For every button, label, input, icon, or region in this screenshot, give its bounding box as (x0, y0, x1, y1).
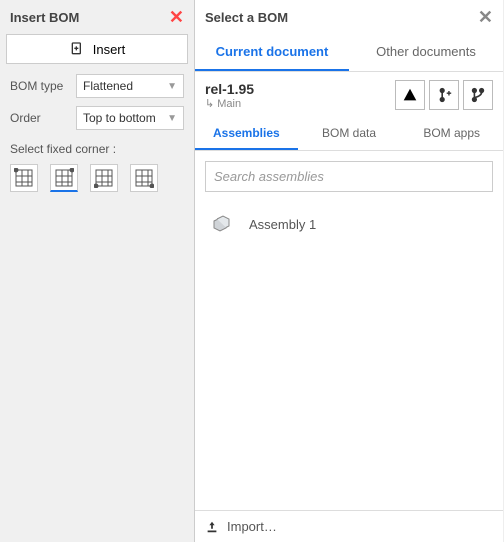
import-button[interactable]: Import… (195, 510, 503, 542)
bom-type-select[interactable]: Flattened ▼ (76, 74, 184, 98)
add-version-button[interactable] (429, 80, 459, 110)
document-info: rel-1.95 ↳ Main (205, 81, 254, 110)
corner-bottom-right[interactable] (130, 164, 158, 192)
assembly-item-label: Assembly 1 (249, 217, 316, 232)
branch-icon (469, 86, 487, 104)
document-info-row: rel-1.95 ↳ Main (195, 72, 503, 114)
tab-other-documents[interactable]: Other documents (349, 34, 503, 71)
tab-assemblies[interactable]: Assemblies (195, 118, 298, 150)
insert-button-label: Insert (93, 42, 126, 57)
document-name: rel-1.95 (205, 81, 254, 97)
list-item[interactable]: Assembly 1 (205, 204, 493, 244)
document-branch: ↳ Main (205, 97, 254, 110)
bom-sub-tabs: Assemblies BOM data BOM apps (195, 118, 503, 151)
fixed-corner-label: Select fixed corner : (0, 134, 194, 160)
branch-button[interactable] (463, 80, 493, 110)
select-bom-panel: Select a BOM ✕ Current document Other do… (195, 0, 504, 542)
order-label: Order (10, 111, 70, 125)
insert-bom-title: Insert BOM (10, 10, 79, 25)
chevron-down-icon: ▼ (167, 81, 177, 92)
corner-bottom-left[interactable] (90, 164, 118, 192)
insert-bom-panel: Insert BOM ✕ Insert BOM type Flattened ▼… (0, 0, 195, 542)
corner-top-right[interactable] (50, 164, 78, 192)
version-add-icon (435, 86, 453, 104)
bom-type-label: BOM type (10, 79, 70, 93)
corner-top-left[interactable] (10, 164, 38, 192)
insert-bom-header: Insert BOM ✕ (0, 0, 194, 34)
tab-bom-apps[interactable]: BOM apps (400, 118, 503, 150)
close-icon[interactable]: ✕ (478, 8, 493, 26)
insert-button[interactable]: Insert (6, 34, 188, 64)
select-bom-title: Select a BOM (205, 10, 288, 25)
order-select[interactable]: Top to bottom ▼ (76, 106, 184, 130)
document-tabs: Current document Other documents (195, 34, 503, 72)
close-icon[interactable]: ✕ (169, 8, 184, 26)
import-label: Import… (227, 519, 277, 534)
bom-type-value: Flattened (83, 79, 133, 93)
assembly-icon (209, 212, 233, 236)
corner-selector (0, 160, 194, 202)
order-value: Top to bottom (83, 111, 156, 125)
workspace-button[interactable] (395, 80, 425, 110)
assembly-list: Assembly 1 (195, 198, 503, 250)
search-input[interactable] (205, 161, 493, 192)
triangle-icon (401, 86, 419, 104)
insert-icon (69, 41, 85, 57)
tab-bom-data[interactable]: BOM data (298, 118, 401, 150)
upload-icon (205, 520, 219, 534)
tab-current-document[interactable]: Current document (195, 34, 349, 71)
select-bom-header: Select a BOM ✕ (195, 0, 503, 34)
chevron-down-icon: ▼ (167, 113, 177, 124)
